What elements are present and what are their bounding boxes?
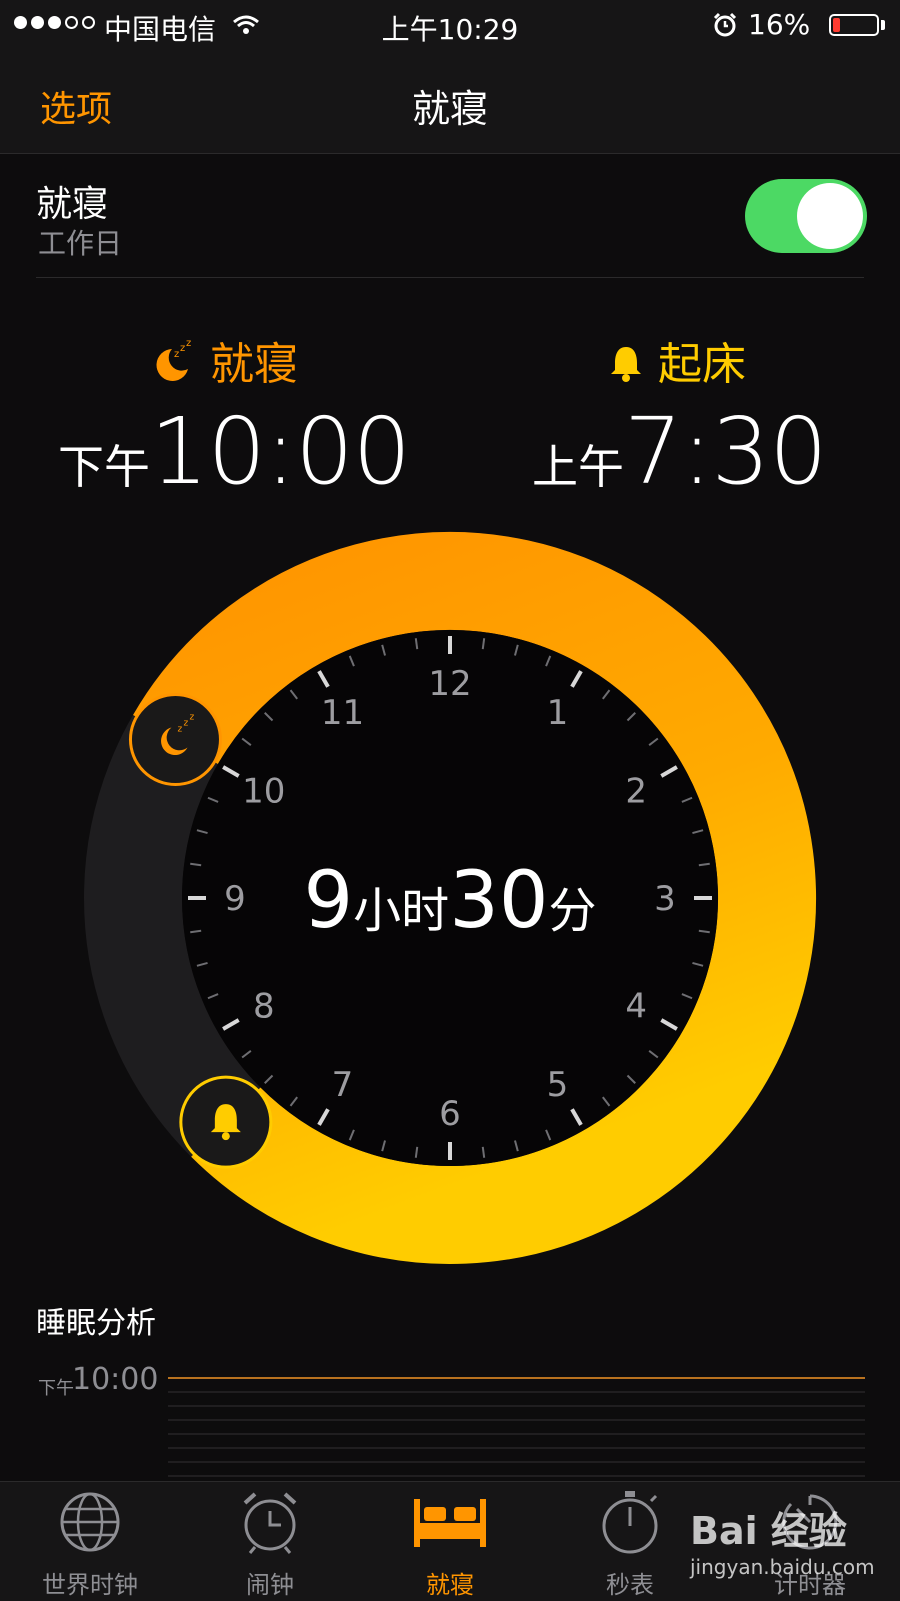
- minor-tick: [481, 1146, 486, 1158]
- sleep-analysis-title: 睡眠分析: [36, 1306, 156, 1341]
- svg-text:z: z: [189, 713, 194, 723]
- tab-label: 闹钟: [246, 1571, 294, 1599]
- hour-label: 12: [428, 664, 471, 704]
- watermark-brand: Bai 经验: [690, 1509, 847, 1553]
- hour-label: 6: [439, 1094, 461, 1134]
- hour-label: 2: [625, 772, 647, 812]
- tab-label: 就寝: [426, 1571, 474, 1599]
- hour-label: 1: [547, 693, 569, 733]
- bed-icon: [414, 1499, 486, 1547]
- stopwatch-icon: [602, 1491, 658, 1554]
- svg-text:z: z: [183, 719, 188, 729]
- sleep-analysis-ampm: 下午: [38, 1378, 74, 1399]
- tab-bedtime[interactable]: 就寝: [360, 1487, 540, 1600]
- tab-alarm[interactable]: 闹钟: [180, 1487, 360, 1600]
- hour-label: 7: [332, 1065, 354, 1105]
- globe-icon: [60, 1492, 120, 1552]
- wake-handle[interactable]: [179, 1075, 273, 1169]
- duration-minutes: 30: [449, 856, 549, 946]
- alarm-clock-icon: [243, 1492, 297, 1554]
- duration-minutes-unit: 分: [548, 883, 597, 939]
- tab-label: 世界时钟: [42, 1571, 138, 1599]
- minor-tick: [414, 638, 419, 650]
- watermark-url: jingyan.baidu.com: [690, 1555, 875, 1579]
- bedtime-handle[interactable]: z z z: [128, 693, 222, 786]
- sleep-analysis-time: 10:00: [72, 1362, 159, 1397]
- minor-tick: [414, 1146, 419, 1158]
- hour-label: 8: [253, 987, 275, 1027]
- baidu-watermark: Bai 经验 jingyan.baidu.com: [690, 1500, 875, 1579]
- sleep-clock-dial: 121234567891011 z z z: [84, 532, 816, 1264]
- minor-tick: [481, 638, 486, 650]
- svg-text:z: z: [177, 725, 182, 735]
- duration-hours-unit: 小时: [353, 883, 450, 939]
- tab-world-clock[interactable]: 世界时钟: [0, 1487, 180, 1600]
- hour-label: 10: [242, 772, 285, 812]
- hour-label: 5: [547, 1065, 569, 1105]
- hour-label: 4: [625, 987, 647, 1027]
- sleep-analysis-chart: [168, 1377, 865, 1477]
- duration-hours: 9: [303, 856, 354, 946]
- sleep-duration: 9小时30分: [0, 856, 900, 946]
- hour-label: 11: [321, 693, 364, 733]
